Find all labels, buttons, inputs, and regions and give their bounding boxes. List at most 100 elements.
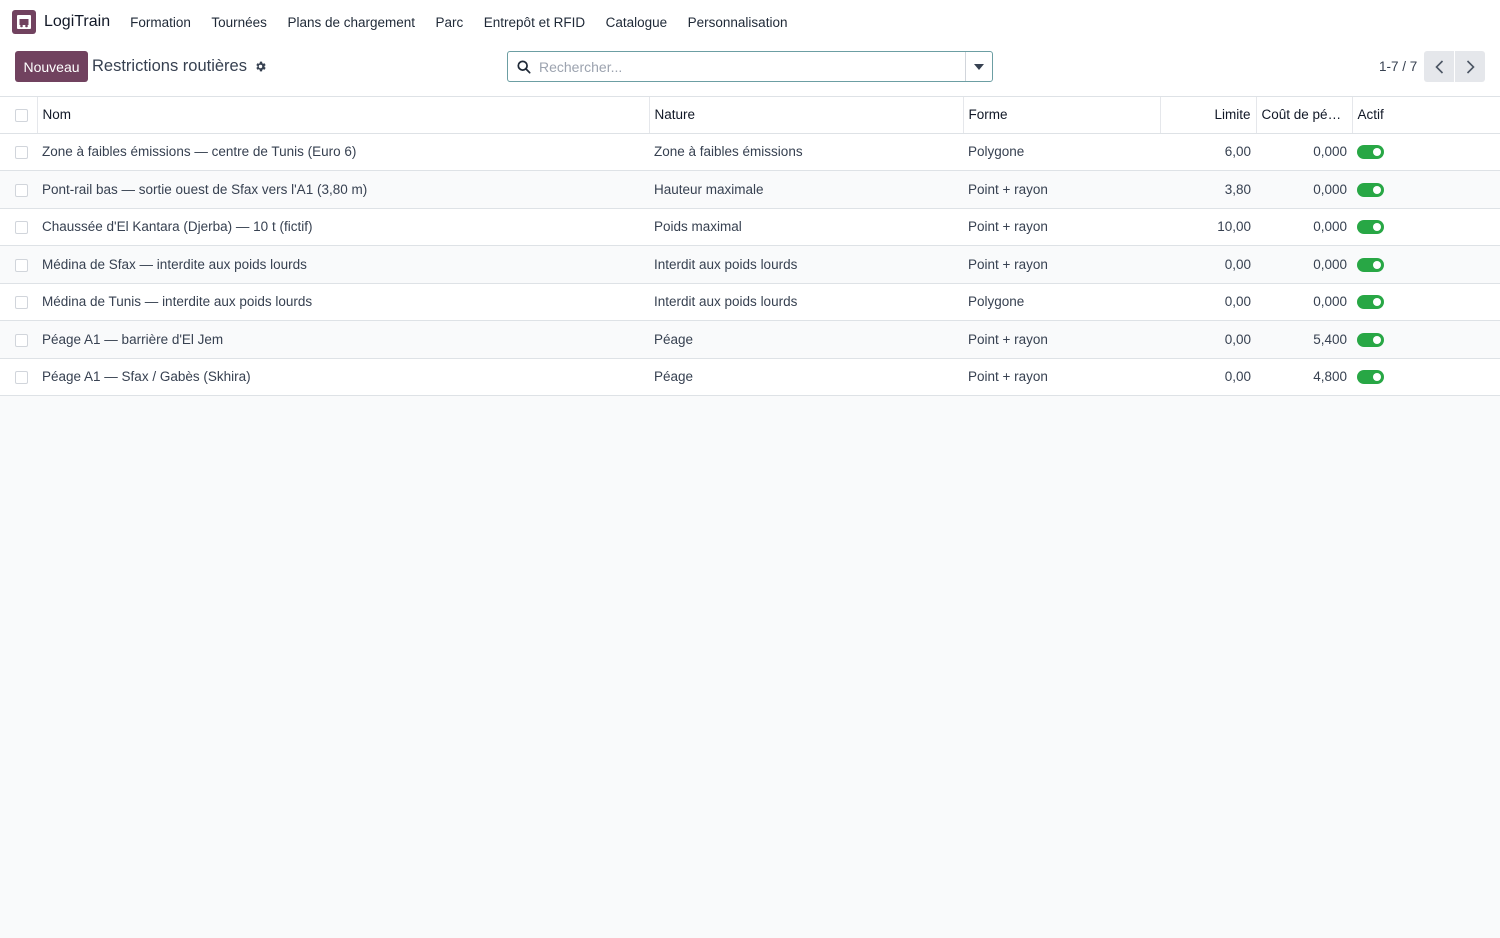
select [0,283,37,321]
cell-forme: Point + rayon [963,208,1160,246]
cell-forme: Point + rayon [963,320,1160,359]
cell-limite: 3,80 [1160,170,1256,209]
cell-cout-peage: 0,000 [1256,283,1352,321]
cell-actif [1352,170,1500,209]
active-toggle[interactable] [1357,145,1384,160]
cell-nom: Péage A1 — barrière d'El Jem [37,320,649,359]
cell-nom: Médina de Sfax — interdite aux poids lou… [37,245,649,284]
row-checkbox[interactable] [15,258,28,272]
cell-forme: Point + rayon [963,170,1160,209]
cell-limite: 0,00 [1160,245,1256,284]
cell-nature: Péage [649,358,963,396]
cell-limite: 0,00 [1160,358,1256,396]
cell-nature: Poids maximal [649,208,963,246]
cell-cout-peage: 0,000 [1256,133,1352,171]
table-row[interactable]: Chaussée d'El Kantara (Djerba) — 10 t (f… [0,208,1500,246]
menu-parc[interactable]: Parc [436,15,464,30]
column-header-nom[interactable]: Nom [36,97,649,134]
column-header-actif[interactable]: Actif [1351,97,1500,134]
column-header-nature[interactable]: Nature [648,97,963,134]
gear-icon[interactable] [254,60,267,73]
column-header-limite[interactable]: Limite [1159,97,1256,134]
caret-down-icon [974,63,984,70]
cell-nature: Interdit aux poids lourds [649,283,963,321]
select [0,208,37,246]
search-options-toggle[interactable] [965,52,992,81]
select-all-checkbox[interactable] [15,109,28,123]
column-header-forme[interactable]: Forme [962,97,1160,134]
cell-cout-peage: 0,000 [1256,245,1352,284]
cell-nom: Zone à faibles émissions — centre de Tun… [37,133,649,171]
cell-actif [1352,133,1500,171]
cell-forme: Polygone [963,283,1160,321]
select [0,170,37,209]
menu-tournees[interactable]: Tournées [211,15,267,30]
cell-actif [1352,320,1500,359]
search-box [507,51,993,82]
table-row[interactable]: Zone à faibles émissions — centre de Tun… [0,133,1500,171]
row-checkbox[interactable] [15,183,28,197]
menu-plans-de-chargement[interactable]: Plans de chargement [287,15,415,30]
control-panel: Nouveau Restrictions routières 1-7 / 7 [0,44,1500,97]
cell-actif [1352,245,1500,284]
select [0,320,37,359]
pager-next-button[interactable] [1455,51,1485,82]
cell-cout-peage: 0,000 [1256,208,1352,246]
search-input[interactable] [531,52,965,81]
cell-nature: Interdit aux poids lourds [649,245,963,284]
cell-nature: Zone à faibles émissions [649,133,963,171]
cell-limite: 6,00 [1160,133,1256,171]
cell-nature: Hauteur maximale [649,170,963,209]
page-title: Restrictions routières [92,57,247,75]
cell-nom: Médina de Tunis — interdite aux poids lo… [37,283,649,321]
menu-entrepot-rfid[interactable]: Entrepôt et RFID [484,15,585,30]
select-all-cell [0,97,37,134]
column-header-cout-peage[interactable]: Coût de péa… [1255,97,1352,134]
top-navbar: LogiTrain Formation Tournées Plans de ch… [0,0,1500,44]
active-toggle[interactable] [1357,220,1384,235]
cell-forme: Polygone [963,133,1160,171]
cell-forme: Point + rayon [963,245,1160,284]
table-row[interactable]: Médina de Sfax — interdite aux poids lou… [0,245,1500,284]
select [0,133,37,171]
active-toggle[interactable] [1357,257,1384,272]
table-row[interactable]: Péage A1 — barrière d'El Jem Péage Point +… [0,320,1500,359]
row-checkbox[interactable] [15,221,28,235]
table-row[interactable]: Pont-rail bas — sortie ouest de Sfax ver… [0,170,1500,209]
active-toggle[interactable] [1357,332,1384,347]
select [0,358,37,396]
active-toggle[interactable] [1357,370,1384,385]
row-checkbox[interactable] [15,146,28,160]
row-checkbox[interactable] [15,371,28,385]
app-name[interactable]: LogiTrain [44,13,110,31]
menu-personnalisation[interactable]: Personnalisation [688,15,788,30]
cell-limite: 0,00 [1160,320,1256,359]
active-toggle[interactable] [1357,182,1384,197]
chevron-left-icon [1434,59,1443,74]
table-row[interactable]: Péage A1 — Sfax / Gabès (Skhira) Péage Poi… [0,358,1500,396]
app-logo-icon[interactable] [12,10,36,34]
cell-cout-peage: 4,800 [1256,358,1352,396]
active-toggle[interactable] [1357,295,1384,310]
pager-previous-button[interactable] [1424,51,1454,82]
row-checkbox[interactable] [15,296,28,310]
restrictions-table: Nom Nature Forme Limite Coût de péa… Act… [0,97,1500,396]
table-row[interactable]: Médina de Tunis — interdite aux poids lo… [0,283,1500,321]
select [0,245,37,284]
page-title-container: Restrictions routières [92,57,267,76]
cell-nom: Chaussée d'El Kantara (Djerba) — 10 t (f… [37,208,649,246]
cell-actif [1352,208,1500,246]
pager-value[interactable]: 1-7 / 7 [1379,59,1417,74]
cell-cout-peage: 5,400 [1256,320,1352,359]
menu-catalogue[interactable]: Catalogue [606,15,668,30]
search-icon [517,59,531,74]
cell-actif [1352,283,1500,321]
cell-limite: 10,00 [1160,208,1256,246]
cell-limite: 0,00 [1160,283,1256,321]
cell-cout-peage: 0,000 [1256,170,1352,209]
table-header-row: Nom Nature Forme Limite Coût de péa… Act… [0,97,1500,134]
chevron-right-icon [1466,59,1475,74]
row-checkbox[interactable] [15,333,28,347]
menu-formation[interactable]: Formation [130,15,191,30]
new-button[interactable]: Nouveau [15,51,88,82]
